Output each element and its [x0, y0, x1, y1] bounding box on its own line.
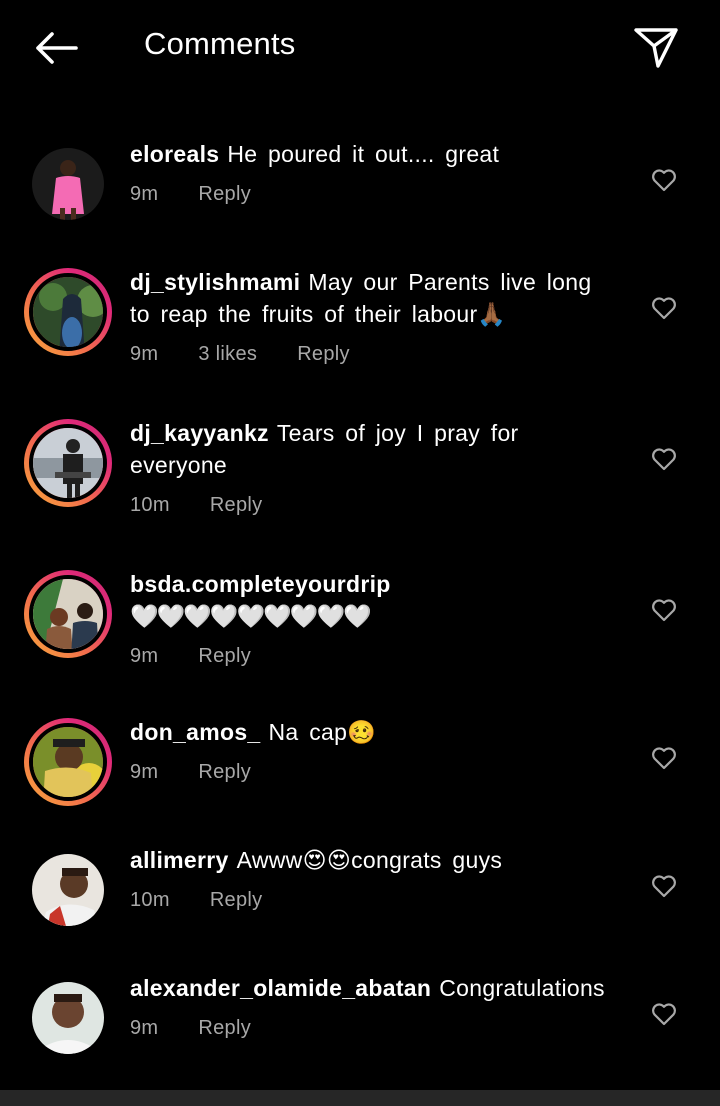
comment-username[interactable]: don_amos_: [130, 719, 261, 745]
comment-time: 9m: [130, 1017, 159, 1039]
comment-username[interactable]: dj_stylishmami: [130, 269, 300, 295]
comment-item: dj_kayyankz Tears of joy I pray for every…: [0, 405, 720, 545]
reply-button[interactable]: Reply: [198, 1012, 251, 1044]
heart-icon[interactable]: [650, 744, 678, 772]
paper-plane-icon: [634, 28, 678, 68]
comment-body: alexander_olamide_abatan Congratulations …: [130, 972, 605, 1044]
avatar-image: [29, 723, 107, 801]
comment-username[interactable]: alexander_olamide_abatan: [130, 975, 431, 1001]
comment-item: eloreals He poured it out.... great 9m Re…: [0, 126, 720, 236]
comment-text: Awww😍😍congrats guys: [236, 847, 503, 873]
comment-text: Na cap🥴: [268, 719, 377, 745]
comment-item: alexander_olamide_abatan Congratulations …: [0, 960, 720, 1070]
comment-time: 9m: [130, 761, 159, 783]
reply-button[interactable]: Reply: [210, 884, 263, 916]
header: Comments: [0, 0, 720, 96]
heart-icon[interactable]: [650, 445, 678, 473]
reply-button[interactable]: Reply: [198, 640, 251, 672]
avatar-image: [29, 424, 107, 502]
comment-text: He poured it out.... great: [227, 141, 500, 167]
reply-button[interactable]: Reply: [297, 338, 350, 370]
avatar-image: [29, 273, 107, 351]
avatar[interactable]: [24, 140, 112, 228]
comment-time: 9m: [130, 645, 159, 667]
reply-button[interactable]: Reply: [198, 178, 251, 210]
comment-time: 9m: [130, 343, 159, 365]
comment-body: eloreals He poured it out.... great 9m Re…: [130, 138, 595, 210]
share-button[interactable]: [628, 24, 684, 72]
avatar[interactable]: [24, 419, 112, 507]
comment-username[interactable]: bsda.completeyourdrip: [130, 571, 391, 597]
page-title: Comments: [144, 26, 296, 61]
comment-text: Congratulations: [439, 975, 605, 1001]
reply-button[interactable]: Reply: [210, 489, 263, 521]
comment-time: 10m: [130, 889, 170, 911]
avatar[interactable]: [24, 718, 112, 806]
arrow-left-icon: [36, 32, 78, 64]
avatar[interactable]: [24, 974, 112, 1062]
avatar-image: [32, 982, 104, 1054]
avatar-image: [32, 148, 104, 220]
comment-item: dj_stylishmami May our Parents live long …: [0, 254, 720, 394]
comment-body: dj_kayyankz Tears of joy I pray for every…: [130, 417, 595, 521]
comment-username[interactable]: allimerry: [130, 847, 229, 873]
avatar[interactable]: [24, 846, 112, 934]
comment-username[interactable]: dj_kayyankz: [130, 420, 269, 446]
heart-icon[interactable]: [650, 1000, 678, 1028]
comment-time: 9m: [130, 183, 159, 205]
comment-item: bsda.completeyourdrip 🤍🤍🤍🤍🤍🤍🤍🤍🤍 9m Reply: [0, 556, 720, 686]
comment-username[interactable]: eloreals: [130, 141, 219, 167]
heart-icon[interactable]: [650, 872, 678, 900]
comment-item: don_amos_ Na cap🥴 9m Reply: [0, 704, 720, 814]
comment-body: bsda.completeyourdrip 🤍🤍🤍🤍🤍🤍🤍🤍🤍 9m Reply: [130, 568, 595, 672]
reply-button[interactable]: Reply: [198, 756, 251, 788]
back-button[interactable]: [28, 24, 84, 72]
comment-item: allimerry Awww😍😍congrats guys 10m Reply: [0, 832, 720, 942]
avatar[interactable]: [24, 268, 112, 356]
heart-icon[interactable]: [650, 596, 678, 624]
comment-text: 🤍🤍🤍🤍🤍🤍🤍🤍🤍: [130, 603, 372, 629]
comment-time: 10m: [130, 494, 170, 516]
comment-likes[interactable]: 3 likes: [198, 338, 257, 370]
comment-body: allimerry Awww😍😍congrats guys 10m Reply: [130, 844, 595, 916]
avatar[interactable]: [24, 570, 112, 658]
heart-icon[interactable]: [650, 166, 678, 194]
comment-body: dj_stylishmami May our Parents live long …: [130, 266, 595, 370]
avatar-image: [32, 854, 104, 926]
avatar-image: [29, 575, 107, 653]
heart-icon[interactable]: [650, 294, 678, 322]
comment-body: don_amos_ Na cap🥴 9m Reply: [130, 716, 595, 788]
bottom-bar: [0, 1090, 720, 1106]
